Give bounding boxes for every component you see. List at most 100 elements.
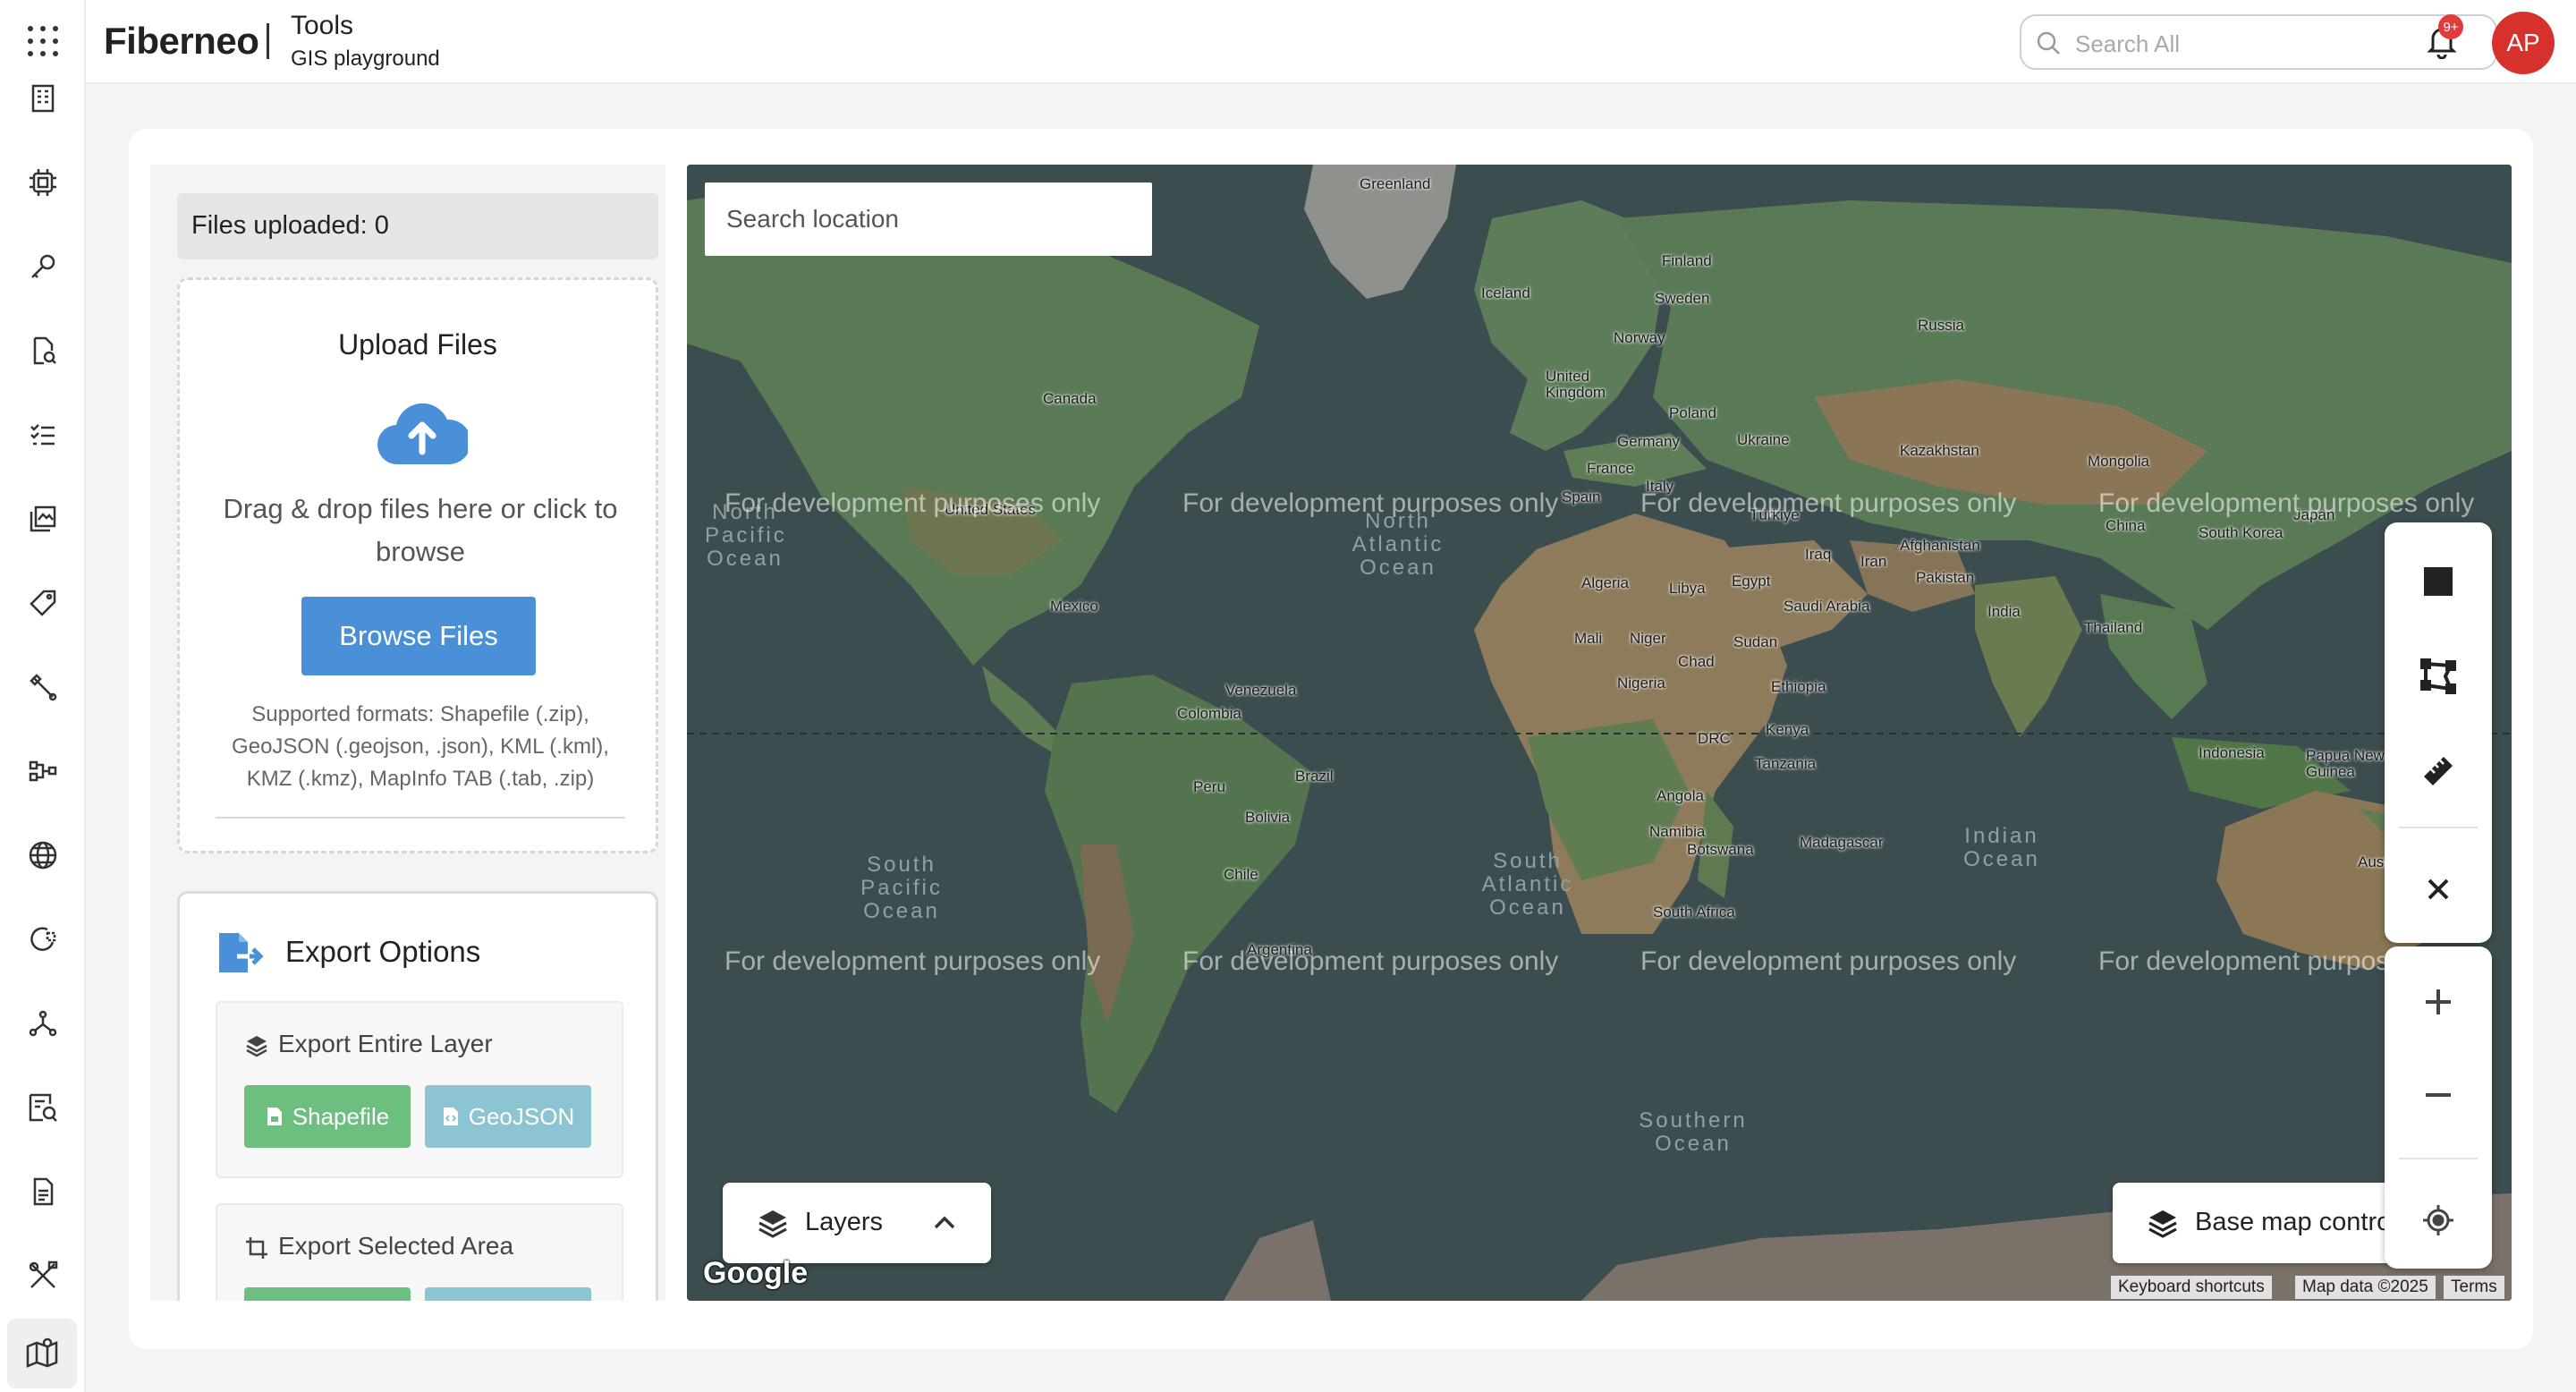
files-uploaded-bar: Files uploaded: 0 [177,193,658,259]
map-label: DRC [1698,730,1731,747]
wrench-key-icon[interactable] [21,245,64,288]
checklist-icon[interactable] [21,413,64,456]
close-icon [2428,878,2449,900]
cloud-upload-icon [377,398,471,471]
rectangle-draw-button[interactable] [2411,555,2465,608]
map-label: China [2106,517,2146,534]
map-label: Tanzania [1755,755,1817,772]
map-label: India [1987,603,2021,620]
hierarchy-icon[interactable] [21,750,64,793]
map-label: Greenland [1360,175,1431,192]
my-location-button[interactable] [2411,1193,2465,1247]
toolbar-separator [2399,827,2478,828]
map-label: South Korea [2199,524,2284,541]
network-icon[interactable] [21,1002,64,1045]
map-label: Mongolia [2088,453,2149,470]
map-label: Chad [1678,653,1715,670]
map-label: Germany [1617,433,1680,450]
dev-watermark: For development purposes only [2098,488,2475,518]
dev-watermark: For development purposes only [1182,946,1559,976]
tools-cross-icon[interactable] [21,1254,64,1297]
map-stack-icon[interactable] [21,497,64,540]
ruler-icon [2424,757,2453,785]
brand-logo[interactable]: Fiberneo [104,20,259,63]
upload-dropzone[interactable]: Upload Files Drag & drop files here or c… [177,277,658,853]
export-options-panel: Export Options Export Entire Layer Shape… [177,891,658,1301]
shapefile-selected-export-button[interactable] [244,1287,411,1301]
dev-watermark: For development purposes only [724,946,1101,976]
map-label: Colombia [1177,705,1241,722]
gis-map-icon[interactable] [7,1319,77,1388]
map-label: Iraq [1805,546,1832,563]
map-label: Iceland [1481,284,1530,301]
map-label: Thailand [2084,619,2143,636]
keyboard-shortcuts-link[interactable]: Keyboard shortcuts [2111,1276,2272,1299]
map-label: Kazakhstan [1900,442,1979,459]
map-label: France [1587,460,1634,477]
map-search-placeholder: Search location [726,205,900,233]
terms-link[interactable]: Terms [2444,1276,2504,1299]
tools-icon[interactable] [21,666,64,709]
map-label: Russia [1918,317,1964,334]
geojson-export-button[interactable]: GeoJSON [425,1085,591,1148]
geojson-selected-export-button[interactable] [425,1287,591,1301]
ocean-label: Southern Ocean [1639,1108,1748,1156]
ocean-label: North Atlantic Ocean [1352,509,1445,580]
dev-watermark: For development purposes only [724,488,1101,518]
ocean-label: South Pacific Ocean [860,853,943,923]
building-icon[interactable] [21,77,64,120]
basemap-control[interactable]: Base map controls [2113,1183,2390,1263]
avatar[interactable]: AP [2492,12,2555,74]
layers-icon [2148,1210,2177,1238]
file-report-icon[interactable] [21,1170,64,1213]
layers-icon [246,1036,267,1057]
map-canvas[interactable]: Search location Greenland Finland Sweden… [687,165,2512,1301]
header-divider [267,23,269,59]
capture-icon[interactable] [21,918,64,961]
map-label: Spain [1562,488,1601,505]
export-selected-area-section: Export Selected Area [216,1203,623,1301]
map-label: Egypt [1732,573,1771,590]
map-label: Ukraine [1737,431,1790,448]
crosshair-icon [2423,1205,2453,1235]
measure-button[interactable] [2411,744,2465,798]
tag-icon[interactable] [21,581,64,624]
shapefile-label: Shapefile [292,1102,390,1130]
zoom-out-button[interactable] [2411,1068,2465,1122]
map-label: Poland [1669,404,1716,421]
ocean-label: South Atlantic Ocean [1481,849,1574,920]
map-label: Chile [1224,866,1258,883]
zoom-in-button[interactable] [2411,975,2465,1029]
map-search-input[interactable]: Search location [705,182,1152,256]
map-label: Niger [1630,630,1666,647]
map-label: Angola [1657,787,1704,804]
polygon-draw-button[interactable] [2411,649,2465,703]
chip-icon[interactable] [21,161,64,204]
layers-icon [758,1210,787,1238]
map-label: Indonesia [2199,744,2265,761]
browse-files-button[interactable]: Browse Files [301,597,536,675]
apps-grid-icon[interactable] [21,20,64,63]
map-label: Saudi Arabia [1784,598,1870,615]
map-label: Mexico [1050,598,1098,615]
map-label: Botswana [1687,841,1754,858]
geojson-label: GeoJSON [468,1102,575,1130]
shapefile-export-button[interactable]: Shapefile [244,1085,411,1148]
drag-drop-text: Drag & drop files here or click to brows… [223,493,618,567]
export-entire-layer-section: Export Entire Layer Shapefile GeoJSON [216,1001,623,1178]
crop-icon [246,1237,267,1259]
world-map-graphic [687,165,2512,1301]
dev-watermark: For development purposes only [1640,946,2017,976]
clear-drawing-button[interactable] [2411,862,2465,916]
files-uploaded-text: Files uploaded: 0 [191,211,389,240]
globe-icon[interactable] [21,834,64,877]
map-label: Finland [1662,252,1712,269]
map-label: Algeria [1581,574,1629,591]
report-search-icon[interactable] [21,1086,64,1129]
layers-control[interactable]: Layers [723,1183,991,1263]
export-selected-area-label: Export Selected Area [278,1232,514,1260]
document-search-icon[interactable] [21,329,64,372]
map-label: Bolivia [1245,809,1291,826]
square-icon [2424,567,2453,596]
top-bar: Fiberneo Tools GIS playground Search All… [86,0,2576,84]
